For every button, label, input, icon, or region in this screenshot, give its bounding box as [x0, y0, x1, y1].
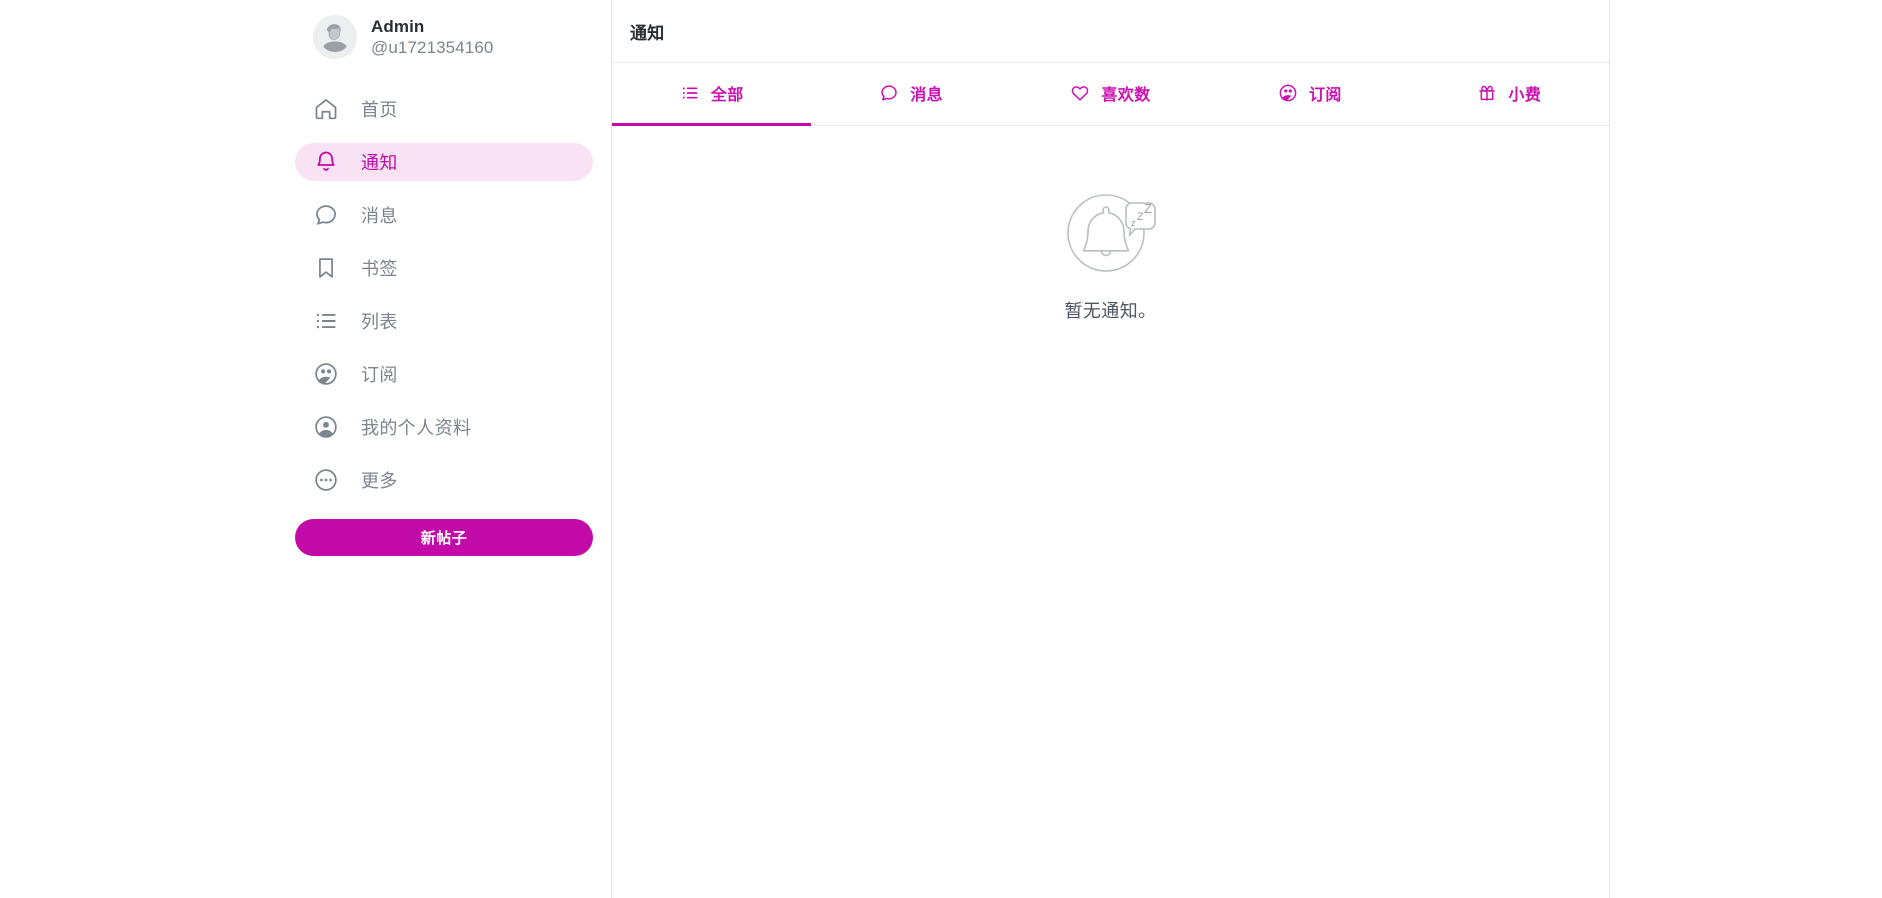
tab-messages[interactable]: 消息 [811, 63, 1010, 125]
svg-text:z: z [1131, 218, 1136, 228]
sidebar-item-home[interactable]: 首页 [295, 90, 593, 128]
tab-all[interactable]: 全部 [612, 63, 812, 126]
sidebar-item-label: 消息 [361, 206, 398, 226]
sidebar-item-more[interactable]: 更多 [295, 461, 593, 499]
tab-label: 订阅 [1309, 87, 1342, 104]
avatar[interactable] [313, 15, 357, 59]
sleeping-bell-icon: Z Z z [1056, 181, 1166, 277]
sidebar-item-messages[interactable]: 消息 [295, 196, 593, 234]
tab-label: 喜欢数 [1101, 87, 1151, 104]
tab-tips[interactable]: 小费 [1410, 63, 1609, 125]
svg-text:Z: Z [1144, 201, 1152, 216]
tab-likes[interactable]: 喜欢数 [1011, 63, 1210, 125]
list-icon [313, 308, 339, 334]
page-title: 通知 [630, 23, 665, 43]
profile-handle: @u1721354160 [371, 38, 494, 57]
sidebar-item-notifications[interactable]: 通知 [295, 143, 593, 181]
chat-icon [313, 202, 339, 228]
bell-icon [313, 149, 339, 175]
tab-label: 小费 [1508, 87, 1542, 104]
svg-text:Z: Z [1137, 211, 1144, 223]
sidebar: Admin @u1721354160 首页 通知 消息 书签 列表 订阅 我的个… [0, 0, 612, 898]
tab-subscriptions[interactable]: 订阅 [1210, 63, 1409, 125]
gift-icon [1477, 83, 1497, 103]
sidebar-item-label: 更多 [361, 471, 398, 491]
heart-icon [1070, 83, 1090, 103]
ellipsis-icon [313, 467, 339, 493]
profile-summary[interactable]: Admin @u1721354160 [295, 6, 593, 68]
default-user-avatar-icon [313, 15, 357, 59]
profile-text: Admin @u1721354160 [371, 16, 493, 59]
profile-icon [313, 414, 339, 440]
sidebar-item-lists[interactable]: 列表 [295, 302, 593, 340]
sidebar-item-label: 我的个人资料 [361, 418, 472, 438]
notification-tabs: 全部 消息 喜欢数 订阅 小费 [612, 63, 1609, 126]
chat-icon [879, 83, 899, 103]
sidebar-item-my-profile[interactable]: 我的个人资料 [295, 408, 593, 446]
app-root: Admin @u1721354160 首页 通知 消息 书签 列表 订阅 我的个… [0, 0, 1882, 898]
right-rail [1610, 0, 1882, 898]
sidebar-item-label: 订阅 [361, 365, 398, 385]
sidebar-nav: 首页 通知 消息 书签 列表 订阅 我的个人资料 更多 [295, 90, 593, 514]
home-icon [313, 96, 339, 122]
list-icon [680, 83, 700, 103]
new-post-button[interactable]: 新帖子 [295, 519, 593, 556]
sidebar-inner: Admin @u1721354160 首页 通知 消息 书签 列表 订阅 我的个… [295, 6, 593, 556]
sidebar-item-label: 书签 [361, 259, 398, 279]
people-icon [1278, 83, 1298, 103]
empty-state: Z Z z 暂无通知。 [612, 126, 1609, 898]
tab-label: 消息 [910, 87, 944, 104]
bookmark-icon [313, 255, 339, 281]
main-header: 通知 [612, 0, 1609, 63]
empty-state-message: 暂无通知。 [1064, 301, 1157, 321]
main-column: 通知 全部 消息 喜欢数 订阅 小费 Z Z z 暂无通知。 [612, 0, 1610, 898]
people-icon [313, 361, 339, 387]
sidebar-item-bookmarks[interactable]: 书签 [295, 249, 593, 287]
sidebar-item-subscriptions[interactable]: 订阅 [295, 355, 593, 393]
sidebar-item-label: 通知 [361, 153, 398, 173]
sidebar-item-label: 列表 [361, 312, 398, 332]
tab-label: 全部 [710, 87, 744, 104]
profile-display-name: Admin [371, 16, 425, 36]
sidebar-item-label: 首页 [361, 100, 398, 120]
